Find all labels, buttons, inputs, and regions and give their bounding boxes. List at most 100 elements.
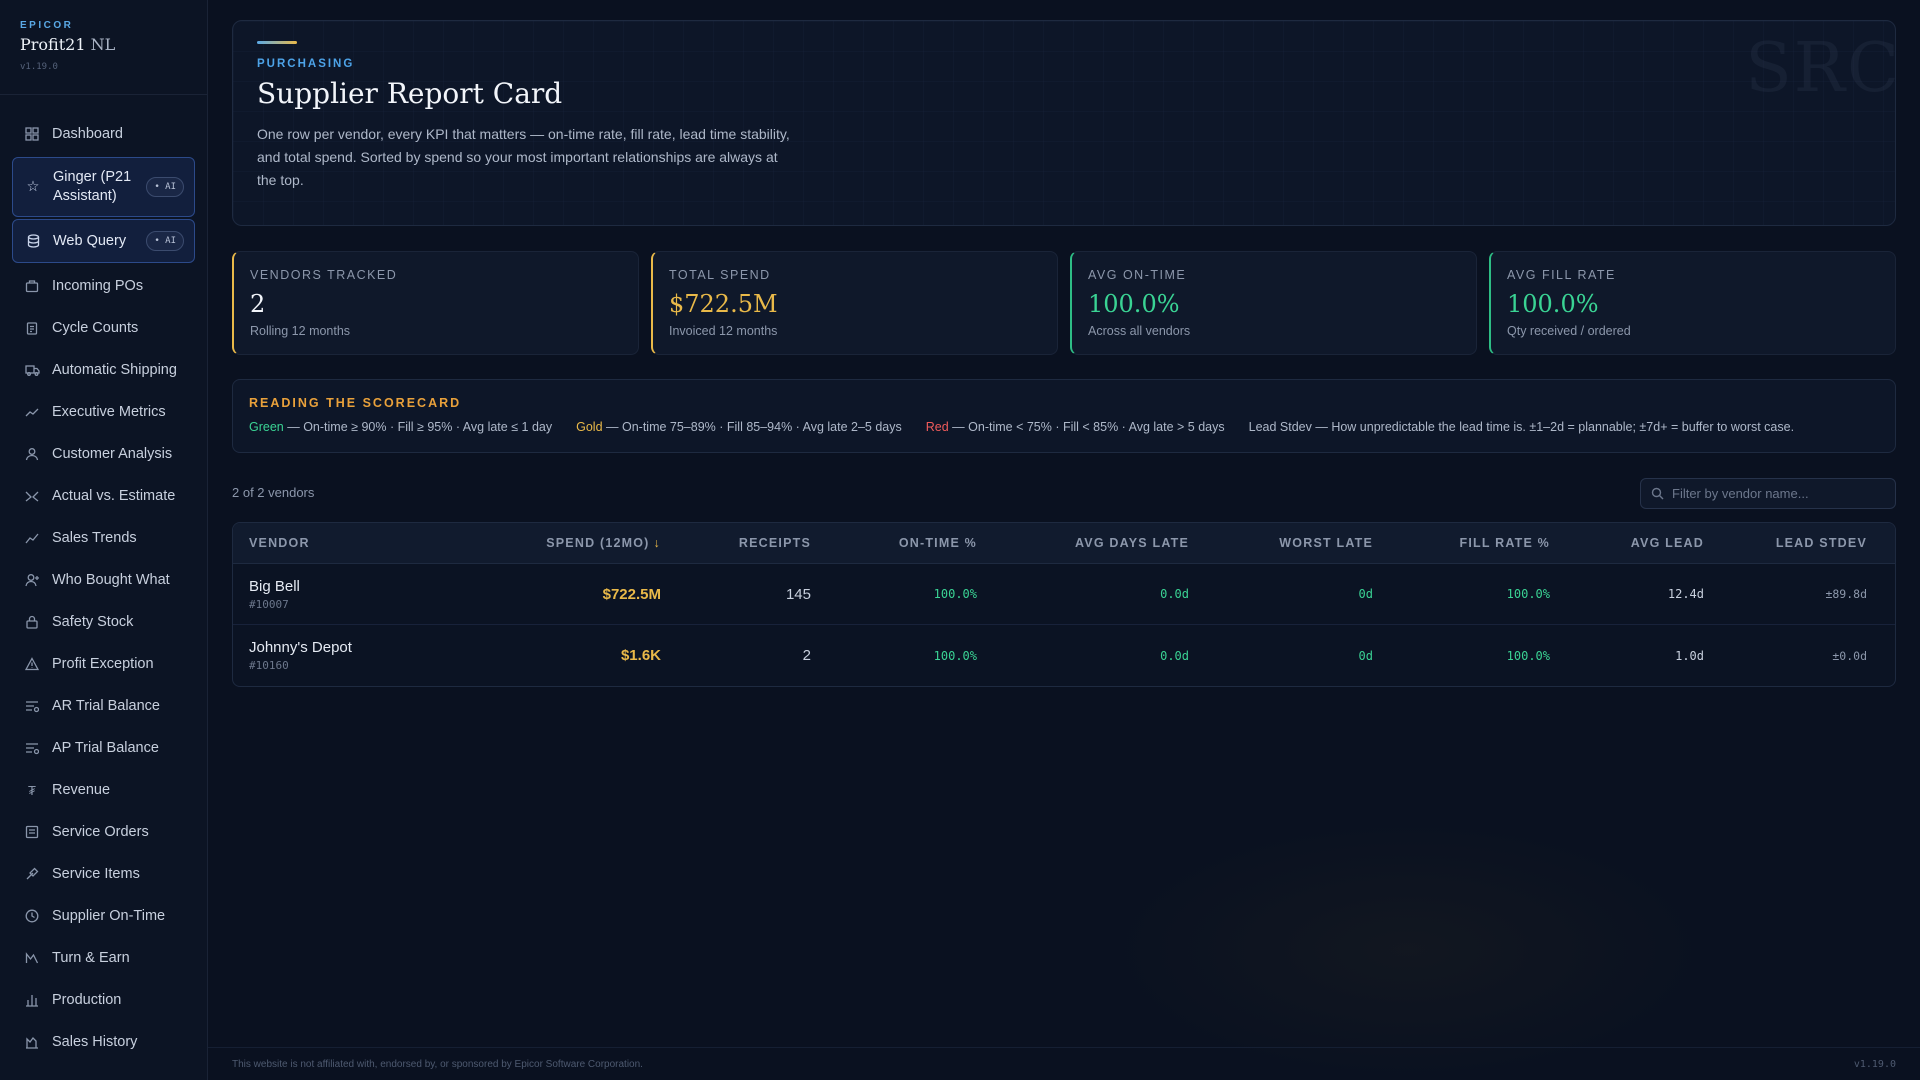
page-title: Supplier Report Card: [257, 77, 563, 110]
sidebar-item-automatic-shipping[interactable]: Automatic Shipping: [0, 349, 207, 391]
user-plus-icon: [24, 572, 40, 588]
sidebar-item-executive-metrics[interactable]: Executive Metrics: [0, 391, 207, 433]
sidebar-item-label: AP Trial Balance: [52, 740, 159, 756]
kpi-value: $722.5M: [669, 290, 778, 318]
col-spend[interactable]: SPEND (12MO) ↓: [493, 536, 661, 550]
legend-row: Green — On-time ≥ 90% · Fill ≥ 95% · Avg…: [249, 420, 1879, 434]
brand: EPICOR Profit21 NL v1.19.0: [0, 0, 207, 95]
kpi-avg-on-time: AVG ON-TIME 100.0% Across all vendors: [1070, 251, 1477, 355]
legend-title: READING THE SCORECARD: [249, 396, 462, 410]
footer-version: v1.19.0: [1853, 1058, 1896, 1070]
cell-spend: $1.6K: [620, 647, 661, 664]
turn-icon: [24, 950, 40, 966]
col-lead-stdev[interactable]: LEAD STDEV: [1704, 536, 1883, 550]
cell-worst-late: 0d: [1358, 648, 1373, 663]
cell-fill-rate: 100.0%: [1506, 587, 1550, 601]
clipboard-icon: [24, 320, 40, 336]
sidebar-item-dashboard[interactable]: Dashboard: [0, 113, 207, 155]
sidebar-item-label: Automatic Shipping: [52, 362, 177, 378]
kpi-label: AVG FILL RATE: [1507, 268, 1616, 282]
sidebar: EPICOR Profit21 NL v1.19.0 Dashboard ☆ G…: [0, 0, 208, 1080]
cell-lead-stdev: ±0.0d: [1832, 648, 1867, 663]
sidebar-item-label: Profit Exception: [52, 656, 154, 672]
brand-version: v1.19.0: [20, 62, 58, 72]
kpi-vendors-tracked: VENDORS TRACKED 2 Rolling 12 months: [232, 251, 639, 355]
vendor-id: #10007: [249, 597, 289, 611]
cell-on-time: 100.0%: [933, 587, 977, 601]
col-receipts[interactable]: RECEIPTS: [661, 536, 811, 550]
sidebar-item-actual-vs-estimate[interactable]: Actual vs. Estimate: [0, 475, 207, 517]
vendor-filter[interactable]: [1640, 478, 1896, 509]
table-row[interactable]: Johnny's Depot #10160 $1.6K 2 100.0% 0.0…: [233, 625, 1895, 686]
hero-accent-bar: [257, 41, 297, 44]
sidebar-item-ginger[interactable]: ☆ Ginger (P21 Assistant) • AI: [12, 157, 195, 217]
kpi-row: VENDORS TRACKED 2 Rolling 12 months TOTA…: [232, 251, 1896, 355]
sidebar-item-incoming-pos[interactable]: Incoming POs: [0, 265, 207, 307]
sidebar-item-customer-analysis[interactable]: Customer Analysis: [0, 433, 207, 475]
sidebar-item-label: Ginger (P21 Assistant): [53, 169, 132, 204]
table-row[interactable]: Big Bell #10007 $722.5M 145 100.0% 0.0d …: [233, 564, 1895, 625]
sidebar-item-label: Customer Analysis: [52, 446, 173, 462]
cell-on-time: 100.0%: [933, 648, 977, 663]
brand-title[interactable]: Profit21 NL: [20, 35, 187, 54]
truck-icon: [24, 362, 40, 378]
vendor-filter-input[interactable]: [1672, 486, 1892, 501]
page-description: One row per vendor, every KPI that matte…: [257, 126, 790, 188]
sidebar-item-label: Dashboard: [52, 126, 123, 142]
sidebar-item-production[interactable]: Production: [0, 979, 207, 1021]
col-avg-lead[interactable]: AVG LEAD: [1550, 536, 1704, 550]
search-icon: [1651, 487, 1664, 500]
sidebar-item-revenue[interactable]: ₮ Revenue: [0, 769, 207, 811]
legend-red: Red — On-time < 75% · Fill < 85% · Avg l…: [925, 420, 1225, 434]
cell-lead-stdev: ±89.8d: [1825, 587, 1867, 601]
ai-badge: • AI: [146, 177, 184, 197]
supplier-table: VENDOR SPEND (12MO) ↓ RECEIPTS ON-TIME % …: [232, 522, 1896, 687]
brand-product-suffix: NL: [90, 35, 116, 54]
footer: This website is not affiliated with, end…: [208, 1047, 1920, 1080]
sidebar-item-label: Sales History: [52, 1034, 138, 1050]
compare-icon: [24, 488, 40, 504]
sidebar-item-who-bought-what[interactable]: Who Bought What: [0, 559, 207, 601]
sidebar-item-label: Actual vs. Estimate: [52, 488, 176, 504]
col-on-time[interactable]: ON-TIME %: [811, 536, 977, 550]
cell-vendor: Johnny's Depot #10160: [233, 639, 493, 672]
legend-green: Green — On-time ≥ 90% · Fill ≥ 95% · Avg…: [249, 420, 553, 434]
col-fill-rate[interactable]: FILL RATE %: [1373, 536, 1550, 550]
sidebar-item-web-query[interactable]: Web Query • AI: [12, 219, 195, 263]
sidebar-item-ar-trial-balance[interactable]: AR Trial Balance: [0, 685, 207, 727]
kpi-subtext: Qty received / ordered: [1507, 324, 1631, 338]
brand-product: Profit21: [20, 35, 86, 54]
sidebar-item-sales-trends[interactable]: Sales Trends: [0, 517, 207, 559]
history-icon: [24, 1034, 40, 1050]
sidebar-item-label: Who Bought What: [52, 572, 170, 588]
user-icon: [24, 446, 40, 462]
cell-receipts: 145: [785, 585, 811, 603]
cell-vendor: Big Bell #10007: [233, 578, 493, 611]
col-avg-days-late[interactable]: AVG DAYS LATE: [977, 536, 1189, 550]
kpi-value: 2: [250, 290, 266, 318]
kpi-value: 100.0%: [1507, 290, 1599, 318]
sidebar-item-label: AR Trial Balance: [52, 698, 160, 714]
cell-spend: $722.5M: [602, 585, 661, 603]
col-worst-late[interactable]: WORST LATE: [1189, 536, 1373, 550]
brand-vendor: EPICOR: [20, 20, 74, 31]
sidebar-item-safety-stock[interactable]: Safety Stock: [0, 601, 207, 643]
kpi-subtext: Rolling 12 months: [250, 324, 351, 338]
bar-chart-icon: [24, 992, 40, 1008]
page-eyebrow: PURCHASING: [257, 58, 355, 70]
document-icon: [24, 824, 40, 840]
database-icon: [25, 233, 41, 249]
sidebar-item-turn-earn[interactable]: Turn & Earn: [0, 937, 207, 979]
sidebar-item-service-orders[interactable]: Service Orders: [0, 811, 207, 853]
col-vendor[interactable]: VENDOR: [233, 536, 493, 550]
sidebar-item-label: Production: [52, 992, 122, 1008]
clock-icon: [24, 908, 40, 924]
grid-icon: [24, 126, 40, 142]
ai-badge: • AI: [146, 231, 184, 251]
sidebar-item-supplier-on-time[interactable]: Supplier On-Time: [0, 895, 207, 937]
sidebar-item-sales-history[interactable]: Sales History: [0, 1021, 207, 1063]
sidebar-item-ap-trial-balance[interactable]: AP Trial Balance: [0, 727, 207, 769]
sidebar-item-cycle-counts[interactable]: Cycle Counts: [0, 307, 207, 349]
sidebar-item-profit-exception[interactable]: Profit Exception: [0, 643, 207, 685]
sidebar-item-service-items[interactable]: Service Items: [0, 853, 207, 895]
